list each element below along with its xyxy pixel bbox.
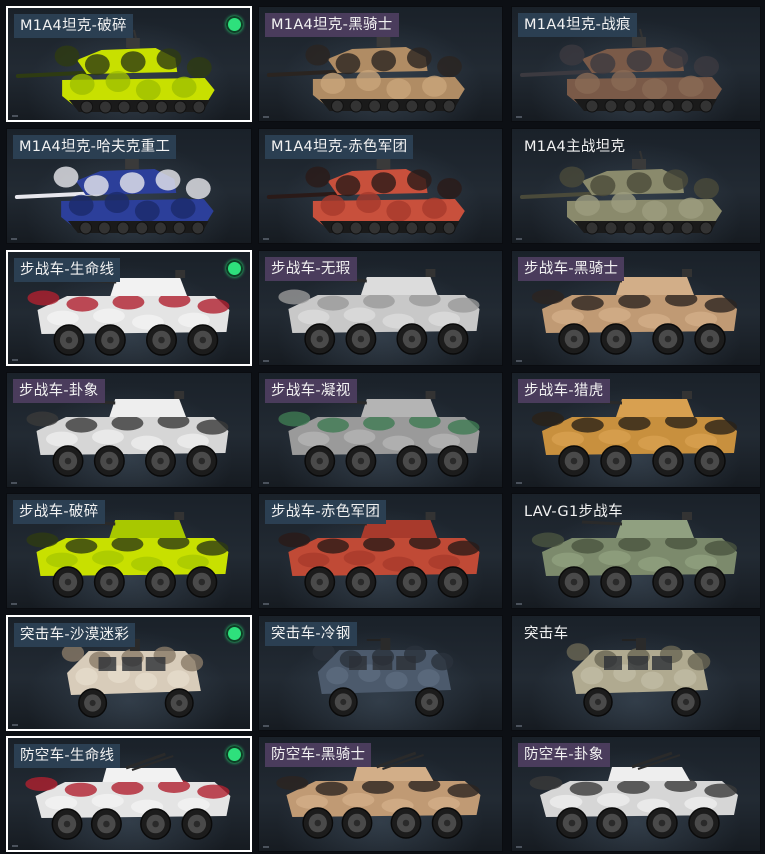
skin-name-label: 防空车-卦象	[518, 743, 610, 767]
skin-card[interactable]: 步战车-生命线	[6, 250, 252, 366]
skin-grid: M1A4坦克-破碎 M1A4坦克-黑骑士 M1A4坦克-战痕 M1A4坦克-哈夫克重工…	[0, 0, 765, 854]
skin-card[interactable]: M1A4坦克-哈夫克重工	[6, 128, 252, 244]
skin-card[interactable]: 突击车	[511, 615, 761, 731]
skin-card[interactable]: 突击车-冷钢	[258, 615, 503, 731]
skin-name-label: 步战车-猎虎	[518, 379, 610, 403]
skin-name-label: M1A4坦克-赤色军团	[265, 135, 414, 159]
skin-name-label: M1A4坦克-黑骑士	[265, 13, 399, 37]
skin-name-label: M1A4坦克-破碎	[14, 14, 133, 38]
skin-card[interactable]: M1A4主战坦克	[511, 128, 761, 244]
skin-name-label: 步战车-生命线	[14, 258, 121, 282]
skin-card[interactable]: 防空车-卦象	[511, 736, 761, 852]
skin-name-label: 防空车-生命线	[14, 744, 121, 768]
skin-name-label: 突击车-冷钢	[265, 622, 357, 646]
skin-name-label: 步战车-赤色军团	[265, 500, 387, 524]
skin-card[interactable]: 步战车-卦象	[6, 372, 252, 488]
equipped-indicator-icon	[226, 746, 243, 763]
skin-name-label: 突击车	[524, 626, 569, 642]
skin-card[interactable]: M1A4坦克-赤色军团	[258, 128, 503, 244]
equipped-indicator-icon	[226, 260, 243, 277]
skin-card[interactable]: 步战车-无瑕	[258, 250, 503, 366]
skin-name-label: 防空车-黑骑士	[265, 743, 372, 767]
skin-card[interactable]: LAV-G1步战车	[511, 493, 761, 609]
skin-name-label: 步战车-凝视	[265, 379, 357, 403]
skin-card[interactable]: M1A4坦克-战痕	[511, 6, 761, 122]
skin-card[interactable]: 步战车-破碎	[6, 493, 252, 609]
skin-name-label: 步战车-黑骑士	[518, 257, 625, 281]
skin-name-label: M1A4坦克-哈夫克重工	[13, 135, 177, 159]
skin-name-label: LAV-G1步战车	[524, 504, 623, 520]
skin-name-label: 突击车-沙漠迷彩	[14, 623, 136, 647]
skin-name-label: 步战车-卦象	[13, 379, 105, 403]
skin-card[interactable]: 步战车-猎虎	[511, 372, 761, 488]
skin-name-label: M1A4坦克-战痕	[518, 13, 637, 37]
skin-card[interactable]: M1A4坦克-黑骑士	[258, 6, 503, 122]
skin-card[interactable]: 防空车-生命线	[6, 736, 252, 852]
skin-card[interactable]: 步战车-黑骑士	[511, 250, 761, 366]
skin-name-label: 步战车-破碎	[13, 500, 105, 524]
skin-card[interactable]: M1A4坦克-破碎	[6, 6, 252, 122]
skin-card[interactable]: 防空车-黑骑士	[258, 736, 503, 852]
equipped-indicator-icon	[226, 16, 243, 33]
skin-card[interactable]: 步战车-凝视	[258, 372, 503, 488]
skin-name-label: 步战车-无瑕	[265, 257, 357, 281]
equipped-indicator-icon	[226, 625, 243, 642]
skin-card[interactable]: 突击车-沙漠迷彩	[6, 615, 252, 731]
skin-card[interactable]: 步战车-赤色军团	[258, 493, 503, 609]
skin-name-label: M1A4主战坦克	[524, 139, 626, 155]
